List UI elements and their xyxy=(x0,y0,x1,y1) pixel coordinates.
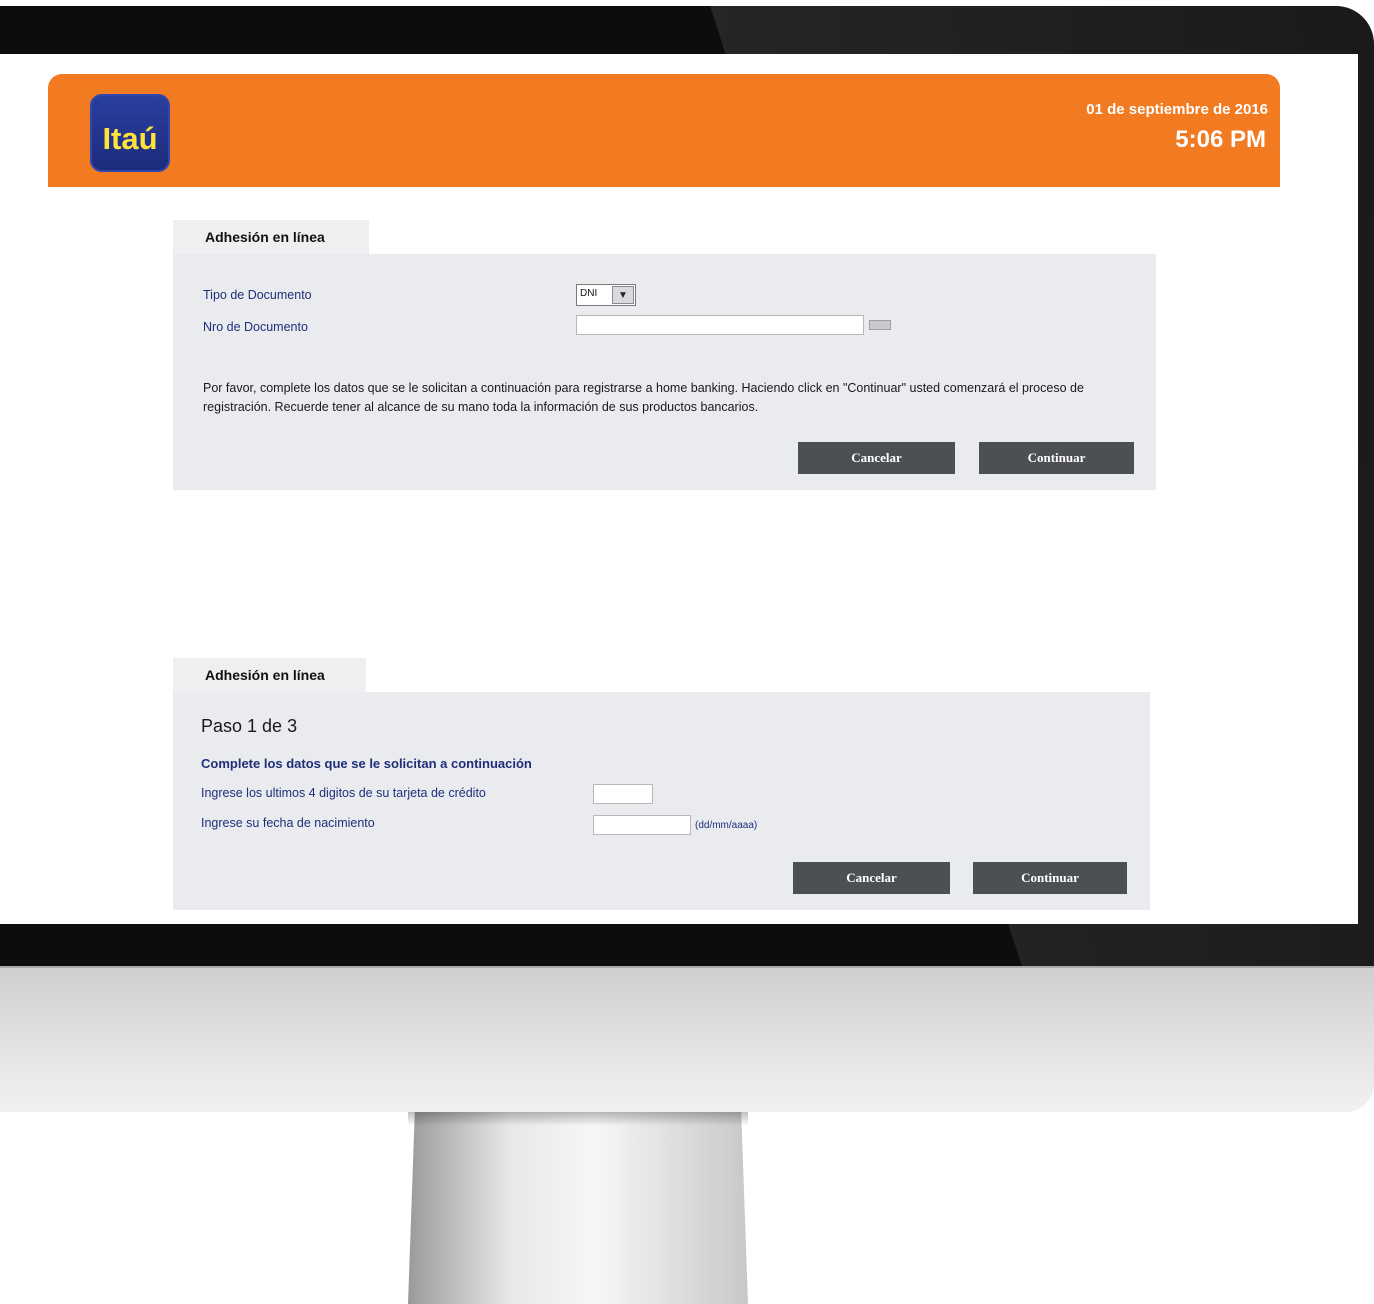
monitor-bezel: Itaú 01 de septiembre de 2016 5:06 PM Ad… xyxy=(0,6,1374,966)
keyboard-icon[interactable] xyxy=(869,320,891,330)
header-time: 5:06 PM xyxy=(1175,126,1266,153)
step-indicator: Paso 1 de 3 xyxy=(201,716,298,736)
chevron-down-icon[interactable]: ▼ xyxy=(612,286,634,304)
cancel-button[interactable]: Cancelar xyxy=(793,862,950,894)
stand-shadow xyxy=(408,1112,748,1126)
panel-tab: Adhesión en línea xyxy=(173,220,369,254)
adhesion-panel-document: Adhesión en línea Tipo de Documento DNI … xyxy=(173,220,1156,496)
itau-logo[interactable]: Itaú xyxy=(90,94,170,172)
cancel-button[interactable]: Cancelar xyxy=(798,442,955,474)
card-digits-label: Ingrese los ultimos 4 digitos de su tarj… xyxy=(201,786,486,800)
date-format-hint: (dd/mm/aaaa) xyxy=(695,820,758,831)
birth-date-input[interactable] xyxy=(593,815,691,835)
instructions-text: Por favor, complete los datos que se le … xyxy=(203,381,1084,414)
form-subheading: Complete los datos que se le solicitan a… xyxy=(201,756,532,771)
panel-body: Tipo de Documento DNI ▼ Nro de Documento… xyxy=(173,254,1156,490)
nro-documento-label: Nro de Documento xyxy=(203,320,308,334)
header-date: 01 de septiembre de 2016 xyxy=(1086,101,1268,118)
adhesion-panel-step1: Adhesión en línea Paso 1 de 3 Complete l… xyxy=(173,658,1150,910)
tipo-documento-select[interactable]: DNI ▼ xyxy=(576,284,636,306)
monitor-chin xyxy=(0,966,1374,1112)
continue-button[interactable]: Continuar xyxy=(979,442,1134,474)
logo-text: Itaú xyxy=(102,121,158,156)
continue-button[interactable]: Continuar xyxy=(973,862,1127,894)
chin-edge xyxy=(0,966,1374,968)
site-header: Itaú 01 de septiembre de 2016 5:06 PM xyxy=(48,74,1280,187)
tipo-documento-label: Tipo de Documento xyxy=(203,288,312,302)
monitor-stand xyxy=(408,1112,748,1304)
birth-date-label: Ingrese su fecha de nacimiento xyxy=(201,816,375,830)
monitor-screen: Itaú 01 de septiembre de 2016 5:06 PM Ad… xyxy=(0,54,1358,924)
tipo-documento-value: DNI xyxy=(580,288,598,299)
nro-documento-input[interactable] xyxy=(576,315,864,335)
panel-tab: Adhesión en línea xyxy=(173,658,366,692)
panel-body: Paso 1 de 3 Complete los datos que se le… xyxy=(173,692,1150,910)
card-digits-input[interactable] xyxy=(593,784,653,804)
